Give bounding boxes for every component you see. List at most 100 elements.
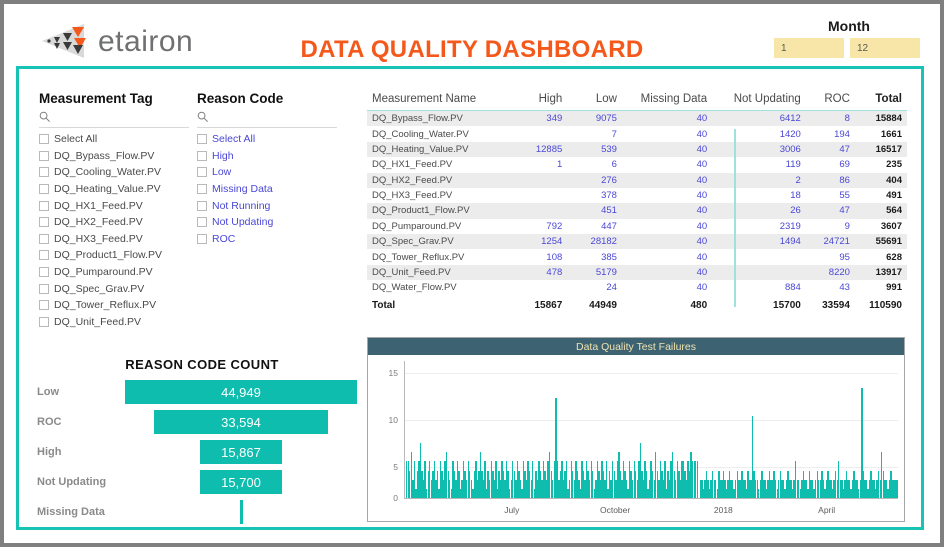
col-high[interactable]: High (512, 91, 568, 111)
cell-total-label: Total (372, 299, 396, 311)
checkbox[interactable] (197, 184, 207, 195)
checkbox[interactable] (197, 217, 207, 228)
col-low[interactable]: Low (567, 91, 622, 111)
cell-not-updating: 2 (795, 174, 801, 186)
reason-code-option[interactable]: Missing Data (197, 181, 337, 198)
measurement-tag-slicer[interactable]: Measurement Tag Select All DQ_Bypass_Flo… (39, 91, 189, 330)
option-label: DQ_Unit_Feed.PV (54, 315, 141, 328)
funnel-row[interactable]: Not Updating 15,700 (37, 470, 367, 494)
checkbox[interactable] (197, 134, 207, 145)
col-total[interactable]: Total (854, 91, 907, 111)
checkbox[interactable] (197, 200, 207, 211)
reason-code-option[interactable]: High (197, 148, 337, 165)
measurement-tag-option[interactable]: DQ_Tower_Reflux.PV (39, 297, 189, 314)
measurement-tag-option[interactable]: DQ_Spec_Grav.PV (39, 280, 189, 297)
funnel-row[interactable]: ROC 33,594 (37, 410, 367, 434)
cell-total: 235 (886, 159, 902, 171)
cell-measurement-name: DQ_Water_Flow.PV (372, 282, 457, 294)
reason-code-option[interactable]: ROC (197, 231, 337, 248)
cell-high: 792 (546, 220, 563, 232)
checkbox[interactable] (39, 134, 49, 145)
funnel-row[interactable]: Missing Data (37, 500, 367, 524)
table-row[interactable]: DQ_Spec_Grav.PV 1254 28182 40 1494 24721 55691 (367, 234, 907, 250)
funnel-bar[interactable]: 44,949 (125, 380, 357, 404)
checkbox[interactable] (39, 200, 49, 211)
col-missing-data[interactable]: Missing Data (621, 91, 713, 111)
checkbox[interactable] (39, 167, 49, 178)
table-row[interactable]: DQ_Cooling_Water.PV 7 40 1420 194 1661 (367, 126, 907, 141)
table-row[interactable]: DQ_HX3_Feed.PV 378 40 18 55 491 (367, 188, 907, 203)
cell-missing: 40 (696, 159, 708, 171)
cell-missing: 40 (696, 282, 708, 294)
funnel-row[interactable]: High 15,867 (37, 440, 367, 464)
funnel-bar[interactable] (239, 500, 243, 524)
checkbox[interactable] (39, 250, 49, 261)
measurement-tag-option[interactable]: DQ_Product1_Flow.PV (39, 247, 189, 264)
month-slicer[interactable]: Month 1 12 (774, 18, 924, 58)
reason-code-option[interactable]: Not Updating (197, 214, 337, 231)
measurement-tag-option[interactable]: DQ_Cooling_Water.PV (39, 164, 189, 181)
month-from-input[interactable]: 1 (774, 38, 844, 58)
dashboard-body: Measurement Tag Select All DQ_Bypass_Flo… (16, 66, 924, 530)
checkbox[interactable] (39, 267, 49, 278)
cell-total: 1661 (880, 128, 902, 140)
measurement-tag-option[interactable]: Select All (39, 131, 189, 148)
cell-low: 378 (601, 190, 617, 202)
cell-measurement-name: DQ_Spec_Grav.PV (372, 236, 454, 248)
table-row[interactable]: DQ_Water_Flow.PV 24 40 884 43 991 (367, 280, 907, 295)
checkbox[interactable] (197, 167, 207, 178)
funnel-row[interactable]: Low 44,949 (37, 380, 367, 404)
checkbox[interactable] (39, 300, 49, 311)
measurement-tag-search-input[interactable] (39, 109, 189, 128)
cell-roc: 95 (839, 251, 850, 263)
funnel-bar[interactable]: 33,594 (154, 410, 328, 434)
table-row[interactable]: DQ_Bypass_Flow.PV 349 9075 40 6412 8 15884 (367, 110, 907, 127)
measurement-tag-option[interactable]: DQ_Pumparound.PV (39, 264, 189, 281)
checkbox[interactable] (39, 217, 49, 228)
measurement-tag-option[interactable]: DQ_HX1_Feed.PV (39, 197, 189, 214)
cell-total-total: 110590 (869, 299, 902, 311)
table-row[interactable]: DQ_Tower_Reflux.PV 108 385 40 95 628 (367, 249, 907, 264)
table-row[interactable]: DQ_Product1_Flow.PV 451 40 26 47 564 (367, 203, 907, 219)
table-row[interactable]: DQ_Unit_Feed.PV 478 5179 40 8220 13917 (367, 264, 907, 281)
checkbox[interactable] (39, 233, 49, 244)
dashboard-header: etairon DATA QUALITY DASHBOARD Month 1 1… (4, 4, 940, 66)
measurement-tag-option[interactable]: DQ_HX3_Feed.PV (39, 231, 189, 248)
month-to-input[interactable]: 12 (850, 38, 920, 58)
measurement-tag-option[interactable]: DQ_Unit_Feed.PV (39, 314, 189, 331)
ytick-label: 5 (393, 462, 398, 472)
table-row[interactable]: DQ_HX1_Feed.PV 1 6 40 119 69 235 (367, 157, 907, 172)
cell-not-updating: 26 (790, 205, 801, 217)
reason-code-search-input[interactable] (197, 109, 337, 128)
measurement-tag-option[interactable]: DQ_HX2_Feed.PV (39, 214, 189, 231)
reason-code-option[interactable]: Select All (197, 131, 337, 148)
cell-total-high: 15867 (534, 299, 563, 311)
table-row[interactable]: DQ_Heating_Value.PV 12885 539 40 3006 47 16517 (367, 141, 907, 158)
col-measurement-name[interactable]: Measurement Name (367, 91, 513, 111)
table-row[interactable]: DQ_HX2_Feed.PV 276 40 2 86 404 (367, 172, 907, 188)
col-roc[interactable]: ROC (805, 91, 855, 111)
x-axis-tick-label: October (599, 505, 631, 515)
checkbox[interactable] (197, 150, 207, 161)
checkbox[interactable] (39, 150, 49, 161)
cell-total-low: 44949 (589, 299, 617, 311)
funnel-bar[interactable]: 15,867 (200, 440, 282, 464)
failures-timeseries-plot: 15 10 5 0 July October 2018 April (368, 355, 904, 521)
reason-code-option[interactable]: Not Running (197, 197, 337, 214)
checkbox[interactable] (39, 316, 49, 327)
table-row[interactable]: DQ_Pumparound.PV 792 447 40 2319 9 3607 (367, 219, 907, 234)
measurement-tag-option[interactable]: DQ_Bypass_Flow.PV (39, 148, 189, 165)
col-not-updating[interactable]: Not Updating (712, 91, 806, 111)
measurement-tag-option[interactable]: DQ_Heating_Value.PV (39, 181, 189, 198)
checkbox[interactable] (39, 283, 49, 294)
table-body: DQ_Bypass_Flow.PV 349 9075 40 6412 8 15884 DQ_C… (367, 110, 907, 313)
cell-measurement-name: DQ_HX2_Feed.PV (372, 174, 453, 186)
table-column-divider (734, 129, 736, 307)
reason-code-option[interactable]: Low (197, 164, 337, 181)
funnel-bar[interactable]: 15,700 (200, 470, 282, 494)
checkbox[interactable] (39, 184, 49, 195)
funnel-row-label: ROC (37, 416, 62, 428)
measurement-summary-table: Measurement Name High Low Missing Data N… (367, 91, 907, 313)
checkbox[interactable] (197, 233, 207, 244)
reason-code-slicer[interactable]: Reason Code Select All High Low Missing … (197, 91, 337, 247)
